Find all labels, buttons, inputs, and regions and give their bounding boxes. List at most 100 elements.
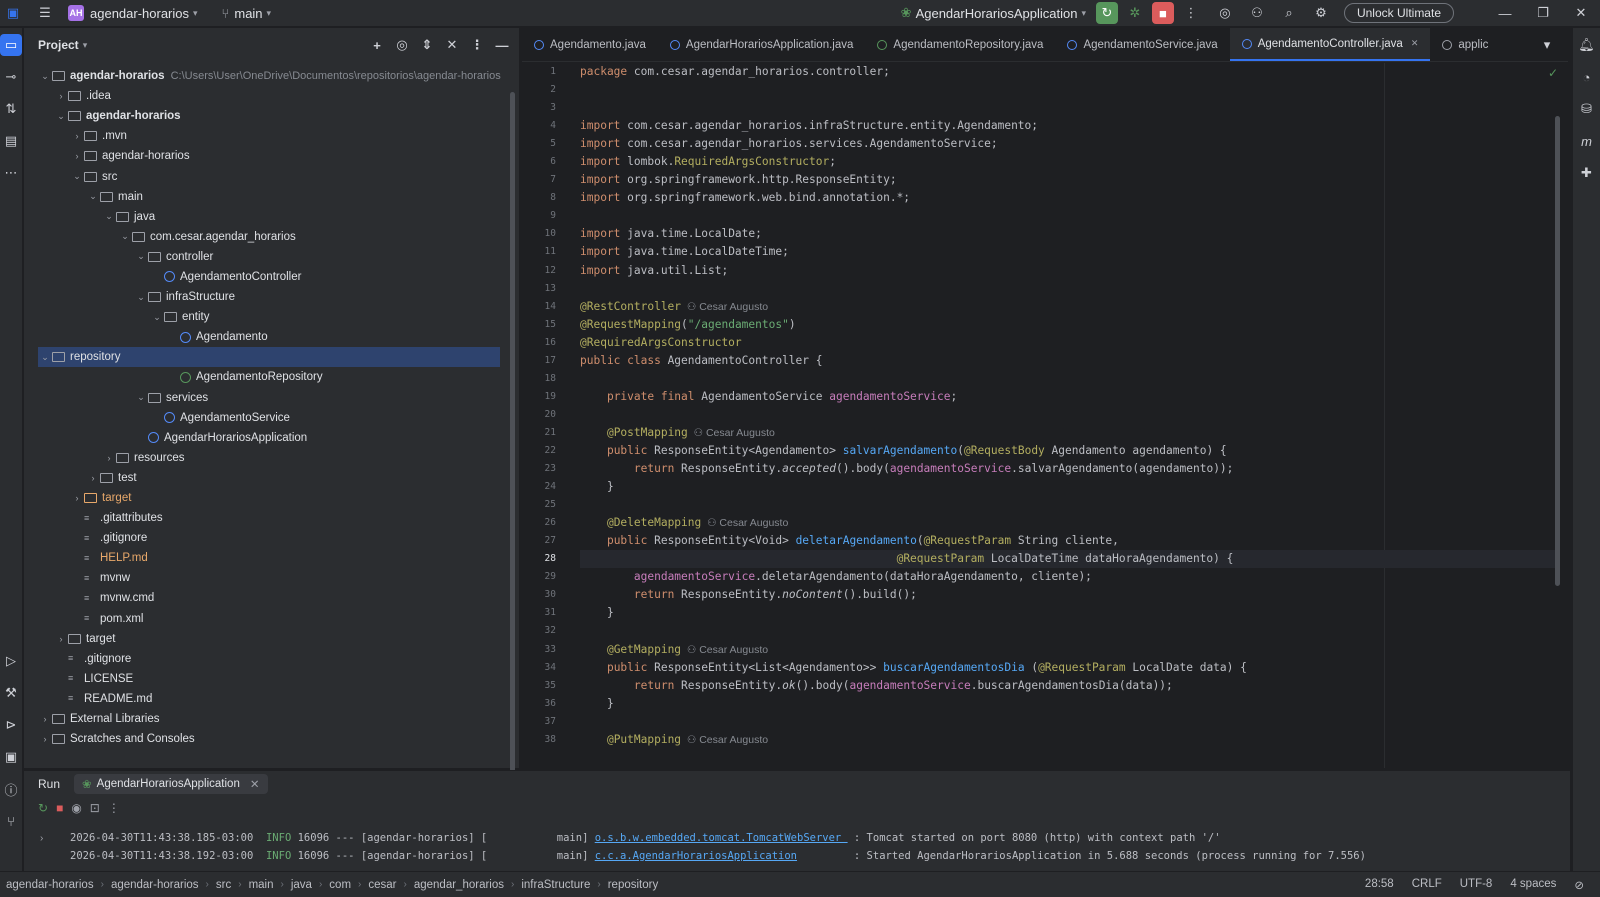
tree-item[interactable]: ≡ LICENSE — [24, 669, 514, 689]
plugin-icon[interactable]: ✚ — [1576, 162, 1598, 184]
tree-item[interactable]: › .idea — [24, 86, 514, 106]
database-icon[interactable]: ⛁ — [1576, 98, 1598, 120]
notifications-icon[interactable]: 🔔︎ — [1576, 34, 1598, 56]
code-line[interactable]: public ResponseEntity<Agendamento> salva… — [580, 442, 1560, 460]
chevron-down-icon[interactable]: ⌄ — [86, 191, 100, 202]
chevron-right-icon[interactable]: › — [70, 151, 84, 161]
breadcrumb-item[interactable]: cesar — [368, 879, 396, 891]
code-line[interactable]: import org.springframework.web.bind.anno… — [580, 189, 1560, 207]
tree-item[interactable]: ≡ README.md — [24, 689, 514, 709]
code-line[interactable]: import java.util.List; — [580, 262, 1560, 280]
code-line[interactable]: @RequestMapping("/agendamentos") — [580, 316, 1560, 334]
file-encoding[interactable]: UTF-8 — [1460, 878, 1493, 892]
tree-item[interactable]: ⌄ src — [24, 166, 514, 186]
terminal-icon[interactable]: ▣ — [0, 746, 22, 768]
more-icon[interactable]: ⋮ — [1180, 2, 1202, 24]
code-line[interactable] — [580, 81, 1560, 99]
run-tab[interactable]: ❀ AgendarHorariosApplication ✕ — [74, 774, 268, 794]
tree-item[interactable]: AgendamentoController — [24, 267, 514, 287]
chevron-right-icon[interactable]: › — [70, 131, 84, 141]
main-menu-icon[interactable]: ☰ — [34, 2, 56, 24]
tree-item[interactable]: › External Libraries — [24, 709, 514, 729]
tree-item[interactable]: AgendamentoService — [24, 408, 514, 428]
chevron-down-icon[interactable]: ⌄ — [38, 352, 52, 363]
code-line[interactable] — [580, 99, 1560, 117]
breadcrumb-item[interactable]: repository — [608, 879, 659, 891]
chevron-down-icon[interactable]: ⌄ — [134, 292, 148, 303]
tree-item[interactable]: ⌄ services — [24, 388, 514, 408]
tree-item[interactable]: › .mvn — [24, 126, 514, 146]
chevron-down-icon[interactable]: ⌄ — [54, 111, 68, 122]
expand-all-icon[interactable]: ⇕ — [416, 34, 438, 56]
code-line[interactable]: return ResponseEntity.ok().body(agendame… — [580, 677, 1560, 695]
code-line[interactable]: private final AgendamentoService agendam… — [580, 388, 1560, 406]
minimize-icon[interactable]: — — [1494, 2, 1516, 24]
code-line[interactable]: @DeleteMapping ⚇ Cesar Augusto — [580, 514, 1560, 532]
code-line[interactable]: public class AgendamentoController { — [580, 352, 1560, 370]
chevron-right-icon[interactable]: › — [54, 634, 68, 644]
more-tools-icon[interactable]: ⋯ — [0, 162, 22, 184]
code-line[interactable] — [580, 496, 1560, 514]
run-config-selector[interactable]: ❀ AgendarHorariosApplication ▾ — [901, 5, 1086, 21]
code-line[interactable]: @PostMapping ⚇ Cesar Augusto — [580, 424, 1560, 442]
code-line[interactable]: import com.cesar.agendar_horarios.servic… — [580, 135, 1560, 153]
tree-item[interactable]: ⌄ agendar-horarios — [24, 106, 514, 126]
tree-item[interactable]: Agendamento — [24, 327, 514, 347]
code-line[interactable]: @GetMapping ⚇ Cesar Augusto — [580, 641, 1560, 659]
tree-item[interactable]: ≡ pom.xml — [24, 609, 514, 629]
breadcrumb-item[interactable]: infraStructure — [521, 879, 590, 891]
build-icon[interactable]: ⚒ — [0, 682, 22, 704]
camera-icon[interactable]: ◉ — [71, 801, 81, 815]
project-panel-title[interactable]: Project — [38, 38, 79, 52]
tree-item[interactable]: ≡ mvnw — [24, 568, 514, 588]
code-line[interactable]: import org.springframework.http.Response… — [580, 171, 1560, 189]
tree-item[interactable]: ≡ HELP.md — [24, 548, 514, 568]
code-line[interactable] — [580, 370, 1560, 388]
code-area[interactable]: package com.cesar.agendar_horarios.contr… — [580, 63, 1560, 749]
chevron-down-icon[interactable]: ⌄ — [118, 231, 132, 242]
code-line[interactable] — [580, 207, 1560, 225]
stop-icon[interactable]: ■ — [56, 801, 63, 815]
chevron-down-icon[interactable]: ▾ — [83, 40, 88, 51]
gear-icon[interactable]: ⚙ — [1310, 2, 1332, 24]
code-line[interactable]: public ResponseEntity<Void> deletarAgend… — [580, 532, 1560, 550]
code-line[interactable]: package com.cesar.agendar_horarios.contr… — [580, 63, 1560, 81]
chevron-down-icon[interactable]: ⌄ — [102, 211, 116, 222]
ai-chat-icon[interactable]: ◔ — [1576, 66, 1598, 88]
add-user-icon[interactable]: ⚇ — [1246, 2, 1268, 24]
expand-log-icon[interactable]: › — [40, 833, 43, 844]
code-line[interactable]: agendamentoService.deletarAgendamento(da… — [580, 568, 1560, 586]
console-output[interactable]: 2026-04-30T11:43:38.185-03:00 INFO 16096… — [70, 829, 1366, 865]
tree-item[interactable]: AgendamentoRepository — [24, 367, 514, 387]
tree-item[interactable]: › Scratches and Consoles — [24, 729, 514, 749]
editor-tab[interactable]: AgendamentoController.java ✕ — [1229, 28, 1431, 61]
restore-icon[interactable]: ❐ — [1532, 2, 1554, 24]
tree-item[interactable]: AgendarHorariosApplication — [24, 428, 514, 448]
restore-layout-icon[interactable]: ⊡ — [90, 801, 100, 815]
rerun-icon[interactable]: ↻ — [1095, 2, 1118, 24]
tree-item[interactable]: ≡ .gitignore — [24, 528, 514, 548]
debug-icon[interactable]: ✲ — [1124, 2, 1146, 24]
chevron-down-icon[interactable]: ⌄ — [38, 71, 52, 82]
project-tool-icon[interactable]: ▭ — [0, 34, 22, 56]
code-line[interactable]: public ResponseEntity<List<Agendamento>>… — [580, 659, 1560, 677]
editor-vertical-scrollbar[interactable] — [1555, 116, 1560, 586]
close-icon[interactable]: ✕ — [1570, 2, 1592, 24]
project-selector[interactable]: AH agendar-horarios ▾ — [68, 5, 198, 21]
breadcrumb-item[interactable]: java — [291, 879, 312, 891]
more-icon[interactable]: ⋮ — [108, 801, 120, 815]
breadcrumb-item[interactable]: com — [329, 879, 351, 891]
code-line[interactable]: } — [580, 604, 1560, 622]
editor-tab[interactable]: applic — [1430, 28, 1500, 61]
close-tab-icon[interactable]: ✕ — [250, 777, 260, 791]
code-line[interactable]: @PutMapping ⚇ Cesar Augusto — [580, 731, 1560, 749]
search-icon[interactable]: ⌕ — [1278, 2, 1300, 24]
code-line[interactable]: return ResponseEntity.accepted().body(ag… — [580, 460, 1560, 478]
close-tab-icon[interactable]: ✕ — [1411, 38, 1419, 49]
tree-item[interactable]: ⌄ main — [24, 187, 514, 207]
editor-tab[interactable]: AgendamentoService.java — [1055, 28, 1229, 61]
code-line[interactable] — [580, 406, 1560, 424]
tree-item[interactable]: ⌄ repository — [38, 347, 500, 368]
unlock-ultimate-button[interactable]: Unlock Ultimate — [1343, 3, 1454, 23]
chevron-down-icon[interactable]: ⌄ — [70, 171, 84, 182]
